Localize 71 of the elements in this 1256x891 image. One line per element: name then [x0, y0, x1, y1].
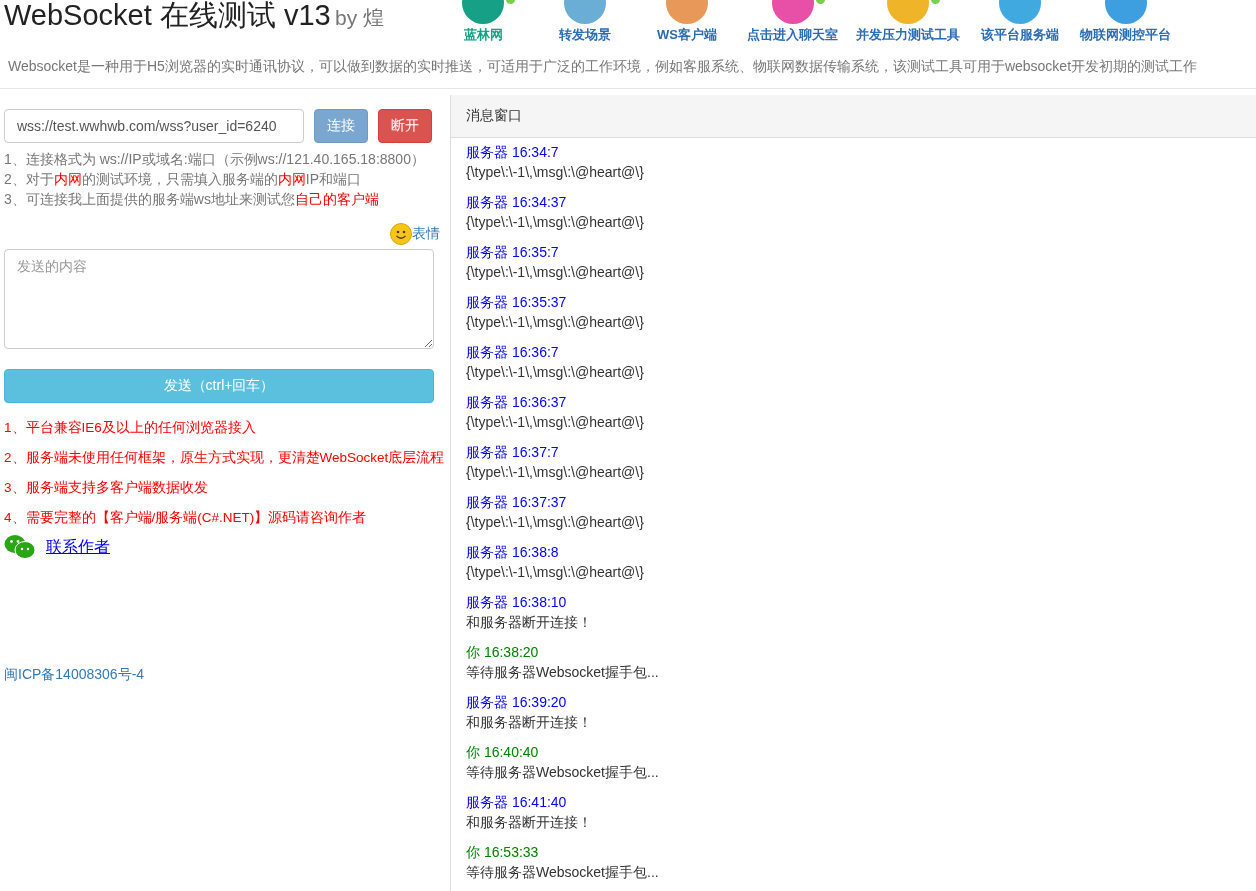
- message-time: 16:53:33: [483, 844, 539, 860]
- nav-link[interactable]: 物联网测控平台: [1071, 0, 1180, 44]
- message-time: 16:37:37: [511, 494, 567, 510]
- message-text: {\type\:\-1\,\msg\:\@heart@\}: [466, 513, 645, 532]
- hint-text: 2、对于内网的测试环境，只需填入服务端的内网IP和端口: [4, 170, 363, 189]
- emoji-link[interactable]: 表情: [412, 225, 440, 243]
- message-text: 等待服务器Websocket握手包...: [466, 763, 660, 782]
- panel-title: 消息窗口: [466, 107, 522, 123]
- feature-text: 2、服务端未使用任何框架，原生方式实现，更清楚WebSocket底层流程: [4, 449, 446, 467]
- nav-link[interactable]: WS客户端: [636, 0, 738, 44]
- message-sender: 服务器: [466, 794, 508, 810]
- smiley-icon: [390, 223, 412, 245]
- icp-link[interactable]: 闽ICP备14008306号-4: [4, 666, 145, 684]
- nav-link[interactable]: 点击进入聊天室: [738, 0, 847, 44]
- message-sender: 服务器: [466, 494, 508, 510]
- message-time: 16:38:20: [483, 644, 539, 660]
- chat-bubbles-icon: [4, 534, 36, 560]
- message-text: {\type\:\-1\,\msg\:\@heart@\}: [466, 413, 645, 432]
- message-sender: 服务器: [466, 594, 508, 610]
- nav-link[interactable]: 该平台服务端: [969, 0, 1071, 44]
- message-time: 16:34:7: [511, 144, 559, 160]
- message-text: {\type\:\-1\,\msg\:\@heart@\}: [466, 213, 645, 232]
- feature-text: 4、需要完整的【客户端/服务端(C#.NET)】源码请咨询作者: [4, 509, 368, 527]
- message-time: 16:41:40: [511, 794, 567, 810]
- message-time: 16:35:37: [511, 294, 567, 310]
- message-time: 16:38:10: [511, 594, 567, 610]
- message-input[interactable]: 发送的内容: [4, 249, 434, 349]
- nav-link[interactable]: 转发场景: [534, 0, 636, 44]
- message-time: 16:40:40: [483, 744, 539, 760]
- message-sender: 服务器: [466, 194, 508, 210]
- message-text: {\type\:\-1\,\msg\:\@heart@\}: [466, 463, 645, 482]
- message-text: 等待服务器Websocket握手包...: [466, 863, 660, 882]
- message-sender: 服务器: [466, 144, 508, 160]
- message-text: {\type\:\-1\,\msg\:\@heart@\}: [466, 263, 645, 282]
- message-time: 16:34:37: [511, 194, 567, 210]
- message-sender: 服务器: [466, 394, 508, 410]
- nav-link[interactable]: 并发压力测试工具: [847, 0, 969, 44]
- message-sender: 你: [466, 744, 480, 760]
- contact-link[interactable]: 联系作者: [46, 536, 110, 558]
- message-text: 和服务器断开连接！: [466, 613, 593, 632]
- message-sender: 你: [466, 644, 480, 660]
- url-input[interactable]: wss://test.wwhwb.com/wss?user_id=6240: [4, 109, 304, 143]
- feature-text: 3、服务端支持多客户端数据收发: [4, 479, 209, 497]
- message-sender: 服务器: [466, 294, 508, 310]
- hint-text: 3、可连接我上面提供的服务端ws地址来测试您自己的客户端: [4, 190, 380, 209]
- message-text: {\type\:\-1\,\msg\:\@heart@\}: [466, 313, 645, 332]
- message-time: 16:37:7: [511, 444, 559, 460]
- message-time: 16:38:8: [511, 544, 559, 560]
- feature-text: 1、平台兼容IE6及以上的任何浏览器接入: [4, 419, 257, 437]
- message-text: {\type\:\-1\,\msg\:\@heart@\}: [466, 163, 645, 182]
- message-sender: 你: [466, 844, 480, 860]
- message-sender: 服务器: [466, 444, 508, 460]
- message-sender: 服务器: [466, 544, 508, 560]
- message-sender: 服务器: [466, 344, 508, 360]
- site-title: WebSocket 在线测试 v13: [4, 0, 331, 31]
- message-text: 等待服务器Websocket握手包...: [466, 663, 660, 682]
- message-sender: 服务器: [466, 244, 508, 260]
- message-text: 和服务器断开连接！: [466, 813, 593, 832]
- message-time: 16:35:7: [511, 244, 559, 260]
- disconnect-button[interactable]: 断开: [378, 109, 432, 143]
- hint-text: 1、连接格式为 ws://IP或域名:端口（示例ws://121.40.165.18:8800）: [4, 150, 426, 169]
- message-sender: 服务器: [466, 694, 508, 710]
- description-text: Websocket是一种用于H5浏览器的实时通讯协议，可以做到数据的实时推送，可适用于广泛的工作环境，例如客服系统、物联网数据传输系统，该测试工具可用于websocket开发初期的测试工作: [0, 44, 1256, 89]
- message-time: 16:36:37: [511, 394, 567, 410]
- message-text: 和服务器断开连接！: [466, 713, 593, 732]
- nav-link[interactable]: 蓝林网: [432, 0, 534, 44]
- message-text: {\type\:\-1\,\msg\:\@heart@\}: [466, 363, 645, 382]
- message-time: 16:36:7: [511, 344, 559, 360]
- message-text: {\type\:\-1\,\msg\:\@heart@\}: [466, 563, 645, 582]
- author-byline: by 煌: [335, 6, 385, 29]
- message-time: 16:39:20: [511, 694, 567, 710]
